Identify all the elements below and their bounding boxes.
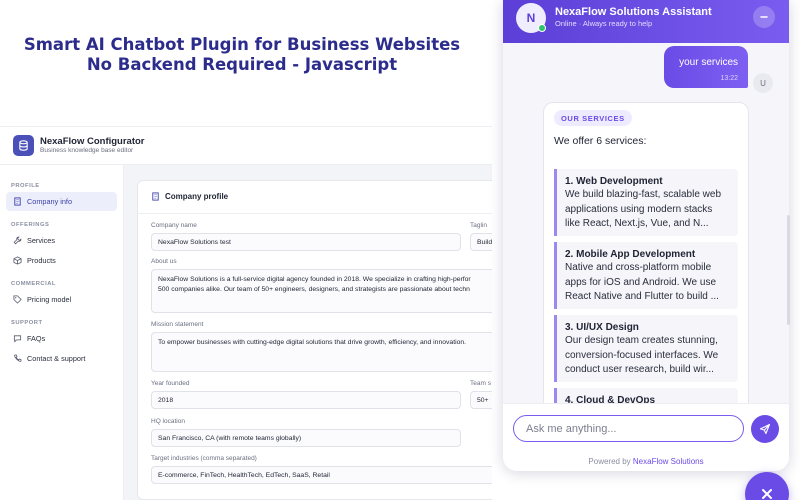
sidebar-item-company-info[interactable]: Company info xyxy=(6,192,117,211)
about-textarea[interactable]: NexaFlow Solutions is a full-service dig… xyxy=(151,269,492,313)
hq-location-field[interactable]: San Francisco, CA (with remote teams glo… xyxy=(151,429,461,447)
hq-location-label: HQ location xyxy=(151,418,185,425)
minimize-button[interactable] xyxy=(753,6,775,28)
send-button[interactable] xyxy=(751,415,779,443)
user-message-text: your services xyxy=(679,57,738,68)
minus-icon xyxy=(760,16,768,18)
chat-widget: N NexaFlow Solutions Assistant Online · … xyxy=(503,0,789,471)
service-card: 1. Web Development We build blazing-fast… xyxy=(554,169,738,236)
industries-label: Target industries (comma separated) xyxy=(151,455,257,462)
page-scrollbar[interactable] xyxy=(787,215,790,325)
mission-label: Mission statement xyxy=(151,321,204,328)
about-label: About us xyxy=(151,258,177,265)
mission-textarea[interactable]: To empower businesses with cutting-edge … xyxy=(151,332,492,372)
service-card: 3. UI/UX Design Our design team creates … xyxy=(554,315,738,382)
app-subtitle: Business knowledge base editor xyxy=(40,147,134,154)
building-icon xyxy=(12,197,22,207)
sidebar-item-services[interactable]: Services xyxy=(6,231,117,250)
tag-icon xyxy=(12,295,22,305)
hero-title-line-2: No Backend Required - Javascript xyxy=(86,55,398,74)
wrench-icon xyxy=(12,236,22,246)
service-name: 1. Web Development xyxy=(565,176,663,187)
configurator-app: NexaFlow Configurator Business knowledge… xyxy=(0,126,492,500)
card-title: Company profile xyxy=(151,192,228,201)
app-name: NexaFlow Configurator xyxy=(40,136,145,147)
mission-line: To empower businesses with cutting-edge … xyxy=(158,339,467,346)
powered-by-brand-link[interactable]: NexaFlow Solutions xyxy=(633,457,704,466)
sidebar: PROFILE Company info OFFERINGS Services … xyxy=(0,165,124,500)
user-avatar: U xyxy=(753,73,773,93)
service-description: Native and cross-platform mobile apps fo… xyxy=(565,262,719,302)
sidebar-item-label: Products xyxy=(27,256,56,265)
close-icon xyxy=(762,489,772,499)
chat-icon xyxy=(12,334,22,344)
team-size-field[interactable]: 50+ xyxy=(470,391,492,409)
service-name: 2. Mobile App Development xyxy=(565,249,696,260)
sidebar-item-pricing-model[interactable]: Pricing model xyxy=(6,290,117,309)
main-content: Company profile Company name NexaFlow So… xyxy=(124,165,492,500)
chat-footer: Powered by NexaFlow Solutions xyxy=(503,403,789,471)
bot-status: Online · Always ready to help xyxy=(555,19,653,28)
year-founded-field[interactable]: 2018 xyxy=(151,391,461,409)
app-header: NexaFlow Configurator Business knowledge… xyxy=(0,127,492,165)
building-icon xyxy=(151,192,160,201)
reply-intro: We offer 6 services: xyxy=(554,135,647,147)
sidebar-item-products[interactable]: Products xyxy=(6,251,117,270)
sidebar-item-label: Services xyxy=(27,236,55,245)
chat-toggle-button[interactable] xyxy=(745,472,789,500)
bot-message: OUR SERVICES We offer 6 services: 1. Web… xyxy=(543,102,749,408)
section-badge: OUR SERVICES xyxy=(554,110,632,126)
send-icon xyxy=(759,423,771,435)
sidebar-item-faqs[interactable]: FAQs xyxy=(6,329,117,348)
company-profile-card: Company profile Company name NexaFlow So… xyxy=(137,180,492,500)
divider xyxy=(138,213,492,214)
about-line: NexaFlow Solutions is a full-service dig… xyxy=(158,276,471,283)
service-card: 2. Mobile App Development Native and cro… xyxy=(554,242,738,309)
chat-header: N NexaFlow Solutions Assistant Online · … xyxy=(503,0,789,43)
about-line: 500 companies alike. Our team of 50+ eng… xyxy=(158,286,470,293)
sidebar-group-support: SUPPORT xyxy=(11,320,43,326)
message-timestamp: 13:22 xyxy=(720,75,738,82)
sidebar-item-contact-support[interactable]: Contact & support xyxy=(6,349,117,368)
sidebar-group-profile: PROFILE xyxy=(11,183,40,189)
bot-name: NexaFlow Solutions Assistant xyxy=(555,6,712,18)
card-title-text: Company profile xyxy=(165,192,229,201)
database-icon xyxy=(13,135,34,156)
box-icon xyxy=(12,256,22,266)
online-status-dot xyxy=(538,24,546,32)
sidebar-item-label: FAQs xyxy=(27,334,46,343)
service-name: 3. UI/UX Design xyxy=(565,322,639,333)
company-name-label: Company name xyxy=(151,222,197,229)
sidebar-item-label: Company info xyxy=(27,197,73,206)
powered-by-prefix: Powered by xyxy=(588,457,631,466)
year-founded-label: Year founded xyxy=(151,380,190,387)
sidebar-group-commercial: COMMERCIAL xyxy=(11,281,56,287)
tagline-label: Taglin xyxy=(470,222,487,229)
company-name-field[interactable]: NexaFlow Solutions test xyxy=(151,233,461,251)
phone-icon xyxy=(12,354,22,364)
user-message: your services 13:22 xyxy=(664,46,748,88)
powered-by: Powered by NexaFlow Solutions xyxy=(503,457,789,466)
hero-title-line-1: Smart AI Chatbot Plugin for Business Web… xyxy=(23,35,461,54)
message-list[interactable]: your services 13:22 U OUR SERVICES We of… xyxy=(503,43,789,408)
hero-title: Smart AI Chatbot Plugin for Business Web… xyxy=(0,35,484,75)
team-size-label: Team s xyxy=(470,380,491,387)
sidebar-item-label: Pricing model xyxy=(27,295,72,304)
industries-field[interactable]: E-commerce, FinTech, HealthTech, EdTech,… xyxy=(151,466,492,484)
sidebar-item-label: Contact & support xyxy=(27,354,86,363)
service-description: Our design team creates stunning, conver… xyxy=(565,335,719,375)
message-input[interactable] xyxy=(513,415,744,442)
service-description: We build blazing-fast, scalable web appl… xyxy=(565,189,722,229)
sidebar-group-offerings: OFFERINGS xyxy=(11,222,50,228)
page: Smart AI Chatbot Plugin for Business Web… xyxy=(0,0,800,500)
tagline-field[interactable]: Build xyxy=(470,233,492,251)
